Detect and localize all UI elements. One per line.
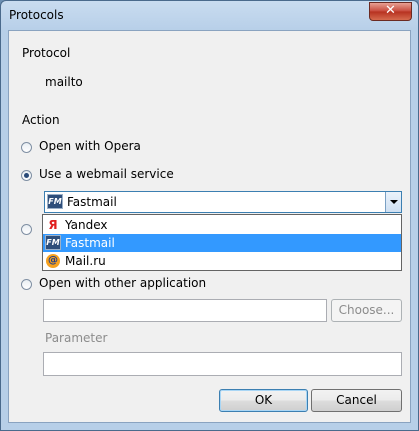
- radio-webmail-service-label[interactable]: Use a webmail service: [39, 167, 174, 181]
- dialog-body: Protocol mailto Action Open with Opera U…: [8, 30, 411, 423]
- webmail-select[interactable]: FM Fastmail: [44, 191, 402, 213]
- dropdown-item-yandex[interactable]: Я Yandex: [43, 216, 401, 234]
- close-button[interactable]: ✕: [369, 2, 412, 21]
- dropdown-item-label: Yandex: [65, 218, 108, 232]
- protocols-dialog: Protocols ✕ Protocol mailto Action Open …: [0, 0, 419, 431]
- protocol-heading: Protocol: [22, 46, 71, 60]
- dropdown-item-mailru[interactable]: @ Mail.ru: [43, 252, 401, 270]
- action-heading: Action: [22, 113, 60, 127]
- chevron-down-icon[interactable]: [385, 192, 401, 212]
- protocol-value: mailto: [45, 75, 83, 89]
- radio-other-application[interactable]: [21, 279, 32, 290]
- dropdown-item-label: Mail.ru: [65, 254, 106, 268]
- radio-open-with-opera-label[interactable]: Open with Opera: [39, 139, 141, 153]
- parameter-input[interactable]: [43, 352, 402, 376]
- radio-open-with-opera[interactable]: [21, 142, 32, 153]
- radio-other-application-label[interactable]: Open with other application: [39, 276, 206, 290]
- dropdown-item-fastmail[interactable]: FM Fastmail: [43, 234, 401, 252]
- close-icon[interactable]: ✕: [370, 3, 411, 19]
- radio-hidden-option[interactable]: [21, 224, 32, 235]
- fastmail-icon: FM: [47, 194, 63, 209]
- parameter-label: Parameter: [45, 331, 108, 345]
- yandex-icon: Я: [48, 218, 58, 232]
- mailru-icon: @: [46, 254, 60, 268]
- ok-button[interactable]: OK: [219, 389, 308, 412]
- radio-webmail-service[interactable]: [21, 170, 32, 181]
- application-path-input[interactable]: [43, 299, 327, 322]
- webmail-dropdown-list[interactable]: Я Yandex FM Fastmail @ Mail.ru: [42, 214, 402, 271]
- webmail-select-value: Fastmail: [67, 195, 117, 209]
- window-title: Protocols: [9, 8, 64, 22]
- dropdown-item-label: Fastmail: [65, 236, 115, 250]
- fastmail-icon: FM: [45, 235, 61, 250]
- cancel-button[interactable]: Cancel: [311, 389, 402, 412]
- choose-button[interactable]: Choose...: [331, 299, 402, 322]
